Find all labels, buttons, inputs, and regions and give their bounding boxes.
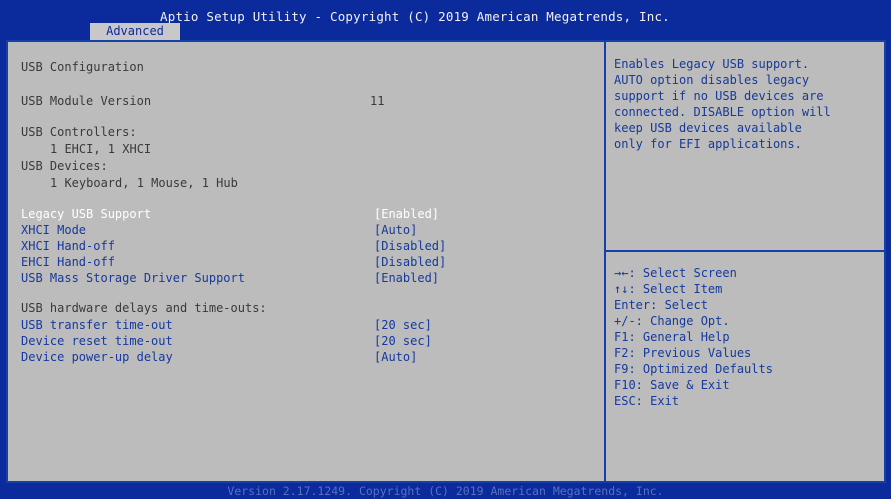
footer-version: Version 2.17.1249. Copyright (C) 2019 Am… <box>0 483 891 499</box>
setting-device-power-up-delay-value[interactable]: [Auto] <box>374 350 417 364</box>
setting-xhci-hand-off-value[interactable]: [Disabled] <box>374 239 446 253</box>
setting-legacy-usb-support-value[interactable]: [Enabled] <box>374 207 439 221</box>
devices-value: 1 Keyboard, 1 Mouse, 1 Hub <box>50 176 238 190</box>
key-optimized-defaults: F9: Optimized Defaults <box>614 362 773 376</box>
key-select-item: ↑↓: Select Item <box>614 282 723 296</box>
key-save-exit: F10: Save & Exit <box>614 378 730 392</box>
key-previous-values: F2: Previous Values <box>614 346 752 360</box>
title-text: Aptio Setup Utility - Copyright (C) 2019… <box>160 9 670 24</box>
setting-device-reset-timeout[interactable]: Device reset time-out <box>21 334 173 348</box>
setting-device-reset-timeout-value[interactable]: [20 sec] <box>374 334 432 348</box>
controllers-label: USB Controllers: <box>21 125 137 139</box>
setting-usb-mass-storage-value[interactable]: [Enabled] <box>374 271 439 285</box>
setting-usb-transfer-timeout-value[interactable]: [20 sec] <box>374 318 432 332</box>
help-divider <box>606 250 884 252</box>
key-enter-select: Enter: Select <box>614 298 708 312</box>
setting-usb-transfer-timeout[interactable]: USB transfer time-out <box>21 318 173 332</box>
key-select-screen: →←: Select Screen <box>614 266 737 280</box>
module-version-value: 11 <box>370 94 385 108</box>
controllers-value: 1 EHCI, 1 XHCI <box>50 142 152 156</box>
setting-ehci-hand-off-value[interactable]: [Disabled] <box>374 255 446 269</box>
delays-header: USB hardware delays and time-outs: <box>21 301 267 315</box>
help-pane: Enables Legacy USB support. AUTO option … <box>606 42 884 481</box>
tab-advanced[interactable]: Advanced <box>90 23 180 40</box>
key-change-opt: +/-: Change Opt. <box>614 314 730 328</box>
setting-device-power-up-delay[interactable]: Device power-up delay <box>21 350 173 364</box>
key-esc-exit: ESC: Exit <box>614 394 680 408</box>
setting-xhci-hand-off[interactable]: XHCI Hand-off <box>21 239 115 253</box>
setting-usb-mass-storage[interactable]: USB Mass Storage Driver Support <box>21 271 245 285</box>
module-version-label: USB Module Version <box>21 94 152 108</box>
main-panel: USB Configuration USB Module Version 11 … <box>6 40 886 483</box>
setting-xhci-mode[interactable]: XHCI Mode <box>21 223 86 237</box>
devices-label: USB Devices: <box>21 159 108 173</box>
setting-ehci-hand-off[interactable]: EHCI Hand-off <box>21 255 115 269</box>
help-text: Enables Legacy USB support. AUTO option … <box>614 57 831 151</box>
settings-pane: USB Configuration USB Module Version 11 … <box>8 42 606 481</box>
key-general-help: F1: General Help <box>614 330 730 344</box>
setting-xhci-mode-value[interactable]: [Auto] <box>374 223 417 237</box>
title-bar: Aptio Setup Utility - Copyright (C) 2019… <box>0 0 891 40</box>
section-title: USB Configuration <box>21 60 144 74</box>
key-legend: →←: Select Screen ↑↓: Select Item Enter:… <box>614 265 773 409</box>
setting-legacy-usb-support[interactable]: Legacy USB Support <box>21 207 151 221</box>
